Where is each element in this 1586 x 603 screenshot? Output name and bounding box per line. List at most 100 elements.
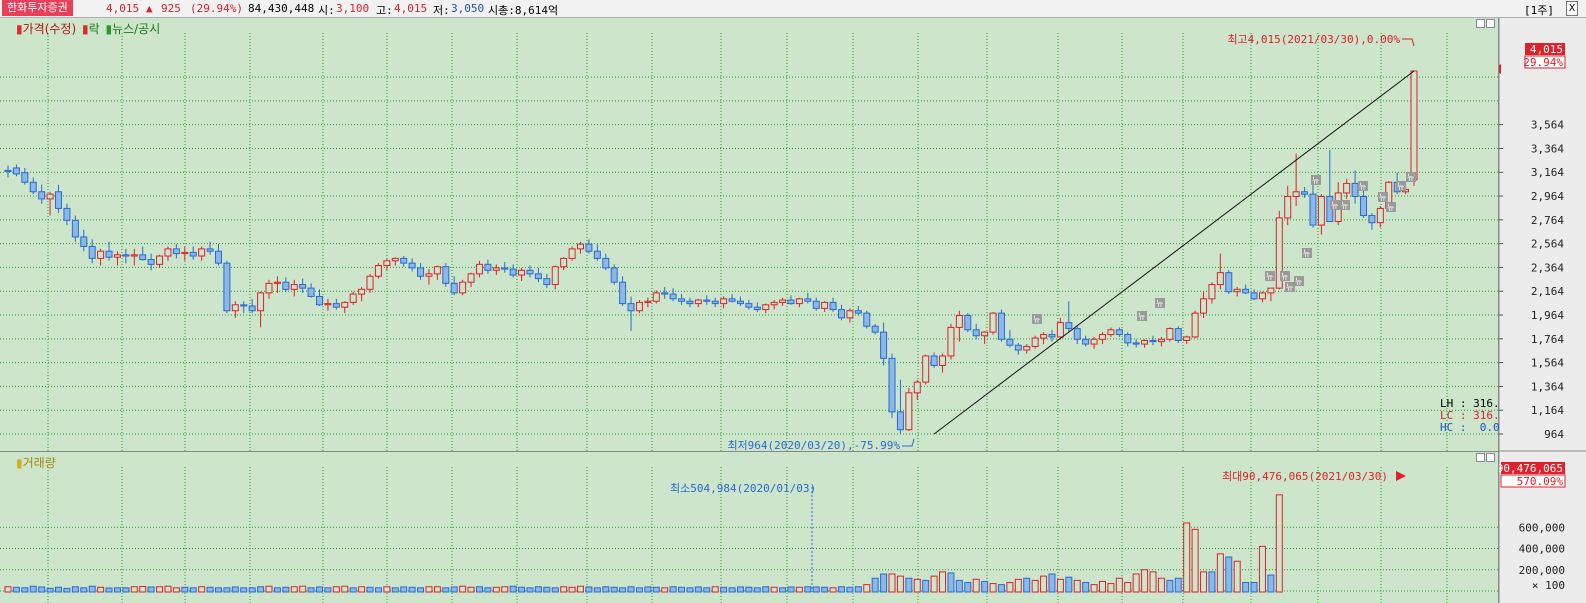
volume-bar [1149,571,1157,593]
candle-body [795,298,803,305]
candle-body [383,260,391,267]
volume-bar [80,587,88,593]
stock-name[interactable]: 한화투자증권 [2,0,73,16]
candle-body [265,282,273,294]
volume-bar [1082,582,1090,593]
legend-ex-rights[interactable]: 락 [89,22,100,36]
candle-body [1124,334,1132,344]
candle-body [939,355,947,366]
candle-body [248,305,256,312]
news-marker-label: 뉴 [1341,201,1348,210]
candle-body [71,219,79,238]
candle-body [450,282,458,294]
candle-body [273,281,281,284]
candle-body [829,301,837,311]
candle-body [888,357,896,413]
volume-bar [871,577,879,593]
volume-bar [1124,582,1132,593]
candle-body [1040,334,1048,339]
candle-body [1250,292,1258,300]
legend-mark-icon: ▮ [16,22,23,36]
candle-body [55,191,63,209]
candle-body [1301,191,1309,195]
volume-bar [1191,528,1199,593]
volume-bar [467,586,475,593]
candle-body [501,267,509,270]
candle-body [854,310,862,314]
news-marker-label: 뉴 [1387,203,1394,212]
volume-bar [526,587,534,593]
candle-body [1225,272,1233,293]
current-volume-pct-label: 570.09% [1517,475,1564,488]
volume-bar [922,579,930,593]
volume-bar [139,586,147,593]
min-volume-annotation: 최소504,984(2020/01/03) [670,482,816,495]
candle-body [459,281,467,294]
close-panel-icon[interactable] [1486,19,1495,28]
volume-bar [1115,577,1123,593]
volume-bar [425,586,433,593]
volume-bar [821,586,829,593]
volume-bar [63,587,71,593]
volume-bar [1174,577,1182,593]
volume-bar [299,585,307,593]
candle-body [846,310,854,319]
volume-bar [947,572,955,593]
volume-bar [955,579,963,593]
price-tick-label: 2,564 [1531,238,1564,251]
candle-body [307,287,315,297]
volume-bar [1166,579,1174,593]
candle-body [930,355,938,366]
volume-bar [172,587,180,593]
candle-body [635,301,643,312]
volume-bar [408,586,416,593]
volume-bar [282,586,290,593]
candle-body [1191,312,1199,338]
candle-body [1242,288,1250,294]
volume-bar [812,586,820,593]
candle-body [417,267,425,277]
current-price-pointer-icon [1499,64,1501,74]
period-selector[interactable]: [1주] [1524,2,1554,18]
max-price-annotation: 최고4,015(2021/03/30),0.00% [1227,33,1400,46]
volume-tick-label: 600,000 [1519,521,1565,534]
volume-bar [231,586,239,593]
candle-body [29,181,37,193]
volume-bar [122,587,130,593]
volume-bar [804,586,812,593]
candle-body [349,293,357,303]
volume-bar [997,584,1005,593]
close-panel-icon[interactable] [1486,453,1495,462]
candle-body [139,254,147,261]
volume-bar [930,575,938,593]
volume-bar [1157,577,1165,593]
volume-bar [736,586,744,593]
candle-body [1258,292,1266,300]
news-marker-label: 뉴 [1138,312,1145,321]
open-price: 3,100 [336,2,370,15]
candle-body [147,259,155,265]
minimize-icon[interactable] [1476,19,1485,28]
legend-volume[interactable]: 거래량 [23,456,56,470]
volume-bar [206,586,214,593]
volume-bar [1216,553,1224,593]
legend-price[interactable]: 가격(수정) [23,22,77,36]
volume-bar [1141,569,1149,593]
price-tick-label: 2,964 [1531,190,1564,203]
close-icon[interactable]: X [1566,1,1579,16]
minimize-icon[interactable] [1476,453,1485,462]
volume-bar [214,587,222,593]
volume-bar [602,586,610,593]
candle-body [1284,196,1292,219]
volume-bar [1023,577,1031,593]
volume-bar [972,578,980,593]
volume-bar [1250,582,1258,593]
candle-body [156,255,164,265]
volume-tick-label: 200,000 [1519,564,1565,577]
legend-news[interactable]: 뉴스/공시 [112,22,160,36]
candle-body [467,273,475,283]
volume-bar [450,586,458,593]
candle-body [1359,196,1367,217]
volume-bar [787,586,795,593]
volume-bar [433,586,441,593]
